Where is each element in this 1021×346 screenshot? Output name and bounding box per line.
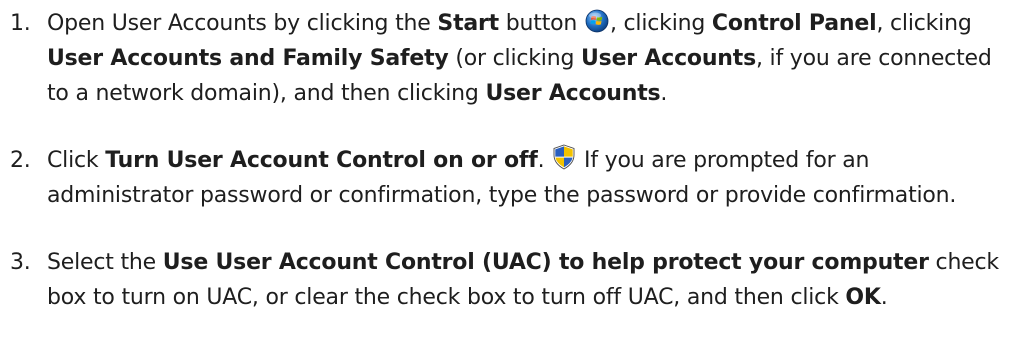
control-panel-term: Control Panel [711, 11, 877, 36]
step-number: 3. [10, 250, 31, 275]
user-accounts-term: User Accounts [581, 46, 756, 71]
ok-term: OK [845, 285, 881, 310]
step-text: Select the Use User Account Control (UAC… [47, 250, 999, 310]
page: { "steps": [ { "number": "1.", "p1": "Op… [0, 0, 1021, 346]
uac-shield-icon [552, 144, 576, 170]
user-accounts-family-safety-term: User Accounts and Family Safety [47, 46, 449, 71]
step-2: 2. Click Turn User Account Control on or… [0, 143, 1021, 213]
step-text: Click Turn User Account Control on or of… [47, 144, 956, 208]
turn-uac-on-off-term: Turn User Account Control on or off [105, 148, 538, 173]
instruction-steps: 1. Open User Accounts by clicking the St… [0, 6, 1021, 315]
step-3: 3. Select the Use User Account Control (… [0, 245, 1021, 315]
step-number: 2. [10, 148, 31, 173]
step-number: 1. [10, 11, 31, 36]
start-term: Start [437, 11, 499, 36]
step-1: 1. Open User Accounts by clicking the St… [0, 6, 1021, 111]
windows-start-orb-icon [585, 9, 609, 33]
step-text: Open User Accounts by clicking the Start… [47, 9, 992, 106]
user-accounts-term: User Accounts [485, 81, 661, 106]
use-uac-checkbox-term: Use User Account Control (UAC) to help p… [162, 250, 929, 275]
